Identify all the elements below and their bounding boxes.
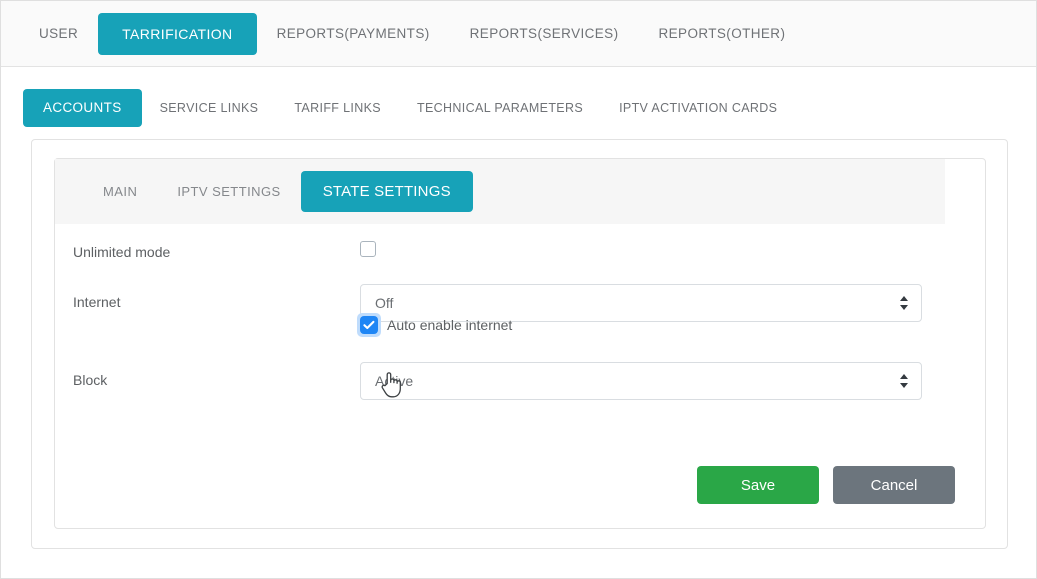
form-actions: Save Cancel — [697, 466, 955, 504]
nav-tab-tarrification[interactable]: TARRIFICATION — [98, 12, 257, 55]
application-window: USER TARRIFICATION REPORTS(PAYMENTS) REP… — [0, 0, 1037, 579]
subtab-iptv-activation-cards[interactable]: IPTV ACTIVATION CARDS — [601, 92, 795, 125]
block-label: Block — [73, 372, 108, 388]
chevron-updown-icon — [899, 373, 909, 389]
nav-tab-reports-other[interactable]: REPORTS(OTHER) — [638, 15, 805, 53]
chevron-updown-icon — [899, 295, 909, 311]
subtab-tariff-links[interactable]: TARIFF LINKS — [276, 92, 399, 125]
auto-enable-internet-checkbox-row[interactable]: Auto enable internet — [357, 313, 512, 337]
subtab-service-links[interactable]: SERVICE LINKS — [142, 92, 277, 125]
nav-tab-reports-payments[interactable]: REPORTS(PAYMENTS) — [257, 15, 450, 53]
auto-enable-internet-checkbox[interactable] — [357, 313, 381, 337]
unlimited-mode-label: Unlimited mode — [73, 244, 171, 260]
check-icon — [363, 320, 375, 330]
internet-select-value: Off — [375, 295, 394, 311]
form-row-auto-enable-internet: Auto enable internet — [55, 312, 985, 348]
subtab-technical-parameters[interactable]: TECHNICAL PARAMETERS — [399, 92, 601, 125]
unlimited-mode-control — [360, 241, 376, 257]
block-select[interactable]: Active — [360, 362, 922, 400]
nav-tab-reports-services[interactable]: REPORTS(SERVICES) — [450, 15, 639, 53]
save-button[interactable]: Save — [697, 466, 819, 504]
cancel-button[interactable]: Cancel — [833, 466, 955, 504]
checkbox-box[interactable] — [360, 316, 378, 334]
account-tab-main[interactable]: MAIN — [83, 174, 157, 209]
auto-enable-internet-control: Auto enable internet — [357, 313, 512, 337]
block-control: Active — [360, 362, 922, 400]
nav-tab-user[interactable]: USER — [19, 15, 98, 53]
form-row-unlimited-mode: Unlimited mode — [55, 224, 985, 284]
block-select-value: Active — [375, 373, 414, 389]
secondary-navigation-list: ACCOUNTS SERVICE LINKS TARIFF LINKS TECH… — [23, 89, 795, 127]
internet-label: Internet — [73, 294, 121, 310]
form-row-block: Block Active — [55, 354, 985, 414]
account-tab-state-settings[interactable]: STATE SETTINGS — [300, 171, 473, 212]
auto-enable-internet-label[interactable]: Auto enable internet — [387, 317, 512, 333]
content-panel: MAIN IPTV SETTINGS STATE SETTINGS Unlimi… — [31, 139, 1008, 549]
account-tabs: MAIN IPTV SETTINGS STATE SETTINGS — [55, 159, 945, 224]
primary-navigation-list: USER TARRIFICATION REPORTS(PAYMENTS) REP… — [19, 1, 805, 66]
unlimited-mode-checkbox[interactable] — [360, 241, 376, 257]
account-settings-card: MAIN IPTV SETTINGS STATE SETTINGS Unlimi… — [54, 158, 986, 529]
primary-navigation-bar: USER TARRIFICATION REPORTS(PAYMENTS) REP… — [1, 1, 1036, 67]
account-tab-iptv-settings[interactable]: IPTV SETTINGS — [157, 174, 300, 209]
subtab-accounts[interactable]: ACCOUNTS — [23, 89, 142, 127]
state-settings-form: Unlimited mode Internet Off Auto enable … — [55, 224, 985, 528]
